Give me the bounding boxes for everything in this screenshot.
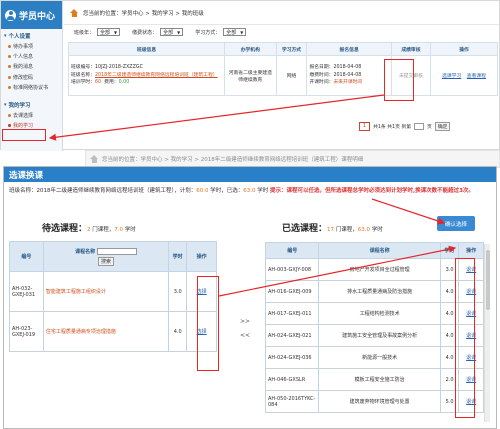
sidebar-item-profile[interactable]: 个人信息	[1, 51, 62, 61]
operations-cell: 选课学习 查看课程	[430, 55, 498, 96]
chevron-down-icon: ▼	[240, 29, 244, 35]
bullet-icon	[8, 55, 11, 59]
study-mode-cell: 网络	[275, 55, 308, 96]
home-icon	[70, 8, 79, 17]
table-row: AH-050-2016TYKC-084 建筑废弃物环境管理与处置 5.0 退课	[264, 390, 484, 413]
bullet-icon	[8, 123, 11, 127]
class-number: 10JZJ-2018-ZXZZGC	[95, 65, 143, 71]
bullet-icon	[8, 75, 11, 79]
sidebar-item-course-select[interactable]: 去课选择	[1, 110, 62, 120]
sidebar-title: 学员中心	[19, 11, 56, 22]
page-1-button[interactable]: 1	[359, 122, 371, 131]
chevron-down-icon: ▼	[177, 29, 181, 35]
home-icon	[90, 155, 99, 163]
pending-courses-table: 编号 课程名称 搜索 学时 操作 AH-032-GXEJ-031 智能建筑工程施…	[9, 241, 217, 352]
study-mode-select[interactable]: 全部 ▼	[223, 28, 247, 36]
table-row: AH-024-GXEJ-021 建筑施工安全管理及事故案例分析 4.0 退课	[264, 324, 484, 347]
filter-bar: 班级年： 全部 ▼ 缴费状态： 全部 ▼ 学习方式： 全部 ▼	[64, 25, 499, 39]
table-header-row: 编号 课程名称 学时 操作	[264, 242, 484, 259]
caret-down-icon: ▾	[4, 101, 7, 108]
col-header: 学习方式	[275, 42, 308, 56]
sidebar-section-learning[interactable]: ▾ 我的学习	[1, 98, 62, 110]
chosen-hours: 63.0	[243, 188, 256, 194]
sidebar-item-password[interactable]: 修改密码	[1, 72, 62, 82]
bullet-icon	[8, 65, 11, 69]
confirm-selection-button[interactable]: 确认选择	[437, 216, 475, 231]
selected-courses-table: 编号 课程名称 学时 操作 AH-003-GXJY-008 房地产开发项目全过程…	[264, 242, 484, 413]
highlight-box	[384, 59, 414, 101]
bullet-icon	[8, 44, 11, 48]
page-input[interactable]	[414, 123, 424, 130]
dialog-title: 选课换课	[4, 167, 496, 182]
table-row: AH-024-GXEJ-036 新能源一般技术 4.0 退课	[264, 346, 484, 369]
move-left-button[interactable]: <<	[240, 332, 250, 339]
table-row: AH-003-GXJY-008 房地产开发项目全过程管理 3.0 退课	[264, 258, 484, 281]
highlight-box	[455, 258, 475, 418]
table-row: AH-032-GXEJ-031 智能建筑工程施工组织设计 3.0 选择	[9, 271, 217, 312]
table-row: AH-016-GXEJ-009 排水工程质量通病及防治措施 4.0 退课	[264, 280, 484, 303]
breadcrumb: 您当前的位置：学员中心 > 我的学习 > 我的班级	[64, 1, 499, 25]
table-row: AH-046-GXSLR 模板工程安全施工防治 2.0 退课	[264, 368, 484, 391]
sidebar-item-agreement[interactable]: 标准网络协议书	[1, 83, 62, 93]
institution-cell: 河南省二级主要建造师继续教育	[224, 55, 277, 96]
table-header-row: 班级信息 办学机构 学习方式 报名信息 成绩审核 操作	[67, 42, 498, 56]
table-row: AH-023-GXEJ-019 住宅工程质量通病专项治理措施 4.0 选择	[9, 311, 217, 352]
move-right-button[interactable]: >>	[240, 318, 250, 325]
table-row: AH-017-GXEJ-011 工程结构检测技术 4.0 退课	[264, 302, 484, 325]
scrollbar[interactable]	[484, 244, 490, 422]
pagination: 1 共1条 共1页 到第 页 确定	[359, 122, 451, 131]
search-button[interactable]: 搜索	[98, 256, 115, 266]
top-screenshot: 学员中心 ▾ 个人设置 待办事项 个人信息 我的消息 修改密码 标准网络协议书 …	[0, 0, 500, 151]
col-header: 班级信息	[67, 42, 226, 56]
bullet-icon	[8, 86, 11, 90]
caret-down-icon: ▾	[4, 33, 7, 39]
col-header: 报名信息	[306, 42, 392, 56]
go-button[interactable]: 确定	[434, 122, 451, 131]
class-info-cell: 班级编号：10JZJ-2018-ZXZZGC 班级名称：2018年二级建造师继续…	[67, 55, 226, 96]
sidebar-section-settings[interactable]: ▾ 个人设置	[1, 29, 62, 41]
bullet-icon	[8, 113, 11, 117]
col-header: 办学机构	[224, 42, 277, 56]
view-course-link[interactable]: 查看课程	[467, 74, 486, 79]
sidebar-header: 学员中心	[1, 1, 62, 29]
pay-status-select[interactable]: 全部 ▼	[160, 28, 184, 36]
user-icon	[5, 9, 16, 21]
year-select[interactable]: 全部 ▼	[97, 28, 121, 36]
chevron-down-icon: ▼	[114, 29, 118, 35]
class-name-link[interactable]: 2018年二级建造师继续教育网络远程培训班（建筑工程）	[95, 73, 218, 78]
class-table: 班级信息 办学机构 学习方式 报名信息 成绩审核 操作 班级编号：10JZJ-2…	[67, 42, 498, 96]
select-course-link[interactable]: 选课学习	[442, 74, 461, 79]
sidebar-item-todo[interactable]: 待办事项	[1, 41, 62, 51]
highlight-box	[197, 276, 219, 371]
course-name-search-input[interactable]	[96, 247, 137, 255]
plan-hours: 60.0	[196, 188, 209, 194]
selected-courses-title: 已选课程：17 门课程，63.0 学时	[282, 224, 383, 234]
table-header-row: 编号 课程名称 搜索 学时 操作	[9, 241, 217, 272]
table-row: 班级编号：10JZJ-2018-ZXZZGC 班级名称：2018年二级建造师继续…	[67, 55, 498, 96]
dialog-info: 班级名称：2018年二级建造师继续教育网络远程培训班（建筑工程），计划：60.0…	[9, 188, 474, 194]
enroll-info-cell: 报名日期：2018-04-08 缴费时间：2018-04-08 开课时间：未来开…	[306, 55, 392, 96]
highlight-box	[2, 129, 46, 141]
sidebar-item-messages[interactable]: 我的消息	[1, 62, 62, 72]
warning-text: 提示：课程可以任选，但所选课程总学时必须达到计划学时,换课次数不能超过3次。	[270, 188, 474, 194]
pending-courses-title: 待选课程：2 门课程，7.0 学时	[42, 224, 136, 234]
col-header: 操作	[430, 42, 498, 56]
col-header: 成绩审核	[390, 42, 432, 56]
